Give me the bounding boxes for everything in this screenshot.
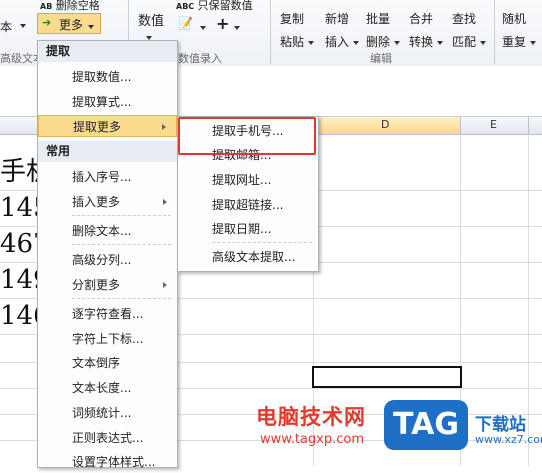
value-button[interactable]: 数值 [138,10,164,29]
menu-item-text-reverse[interactable]: 文本倒序 [38,352,177,374]
menu-item-extract-hyperlink[interactable]: 提取超链接... [178,194,318,216]
ribbon-divider [270,0,271,64]
menu-item-extract-date[interactable]: 提取日期... [178,218,318,240]
menu-item-insert-more[interactable]: 插入更多 [38,191,177,213]
submenu-arrow-icon [163,199,167,205]
menu-item-extract-formula[interactable]: 提取算式... [38,91,177,113]
menu-item-advanced-extract[interactable]: 高级文本提取... [178,246,318,268]
selected-cell[interactable] [312,366,462,388]
copy-label: 复制 [280,12,305,26]
random-repeat-button[interactable]: 随机 重复 [502,10,542,50]
watermark-site-url: www.tagxp.com [260,432,364,447]
add-label: 新增 [325,12,350,26]
edit-group-label: 编辑 [370,52,392,65]
plus-icon[interactable]: + [216,14,229,33]
more-button-label: 更多 [59,18,84,32]
menu-item-regex[interactable]: 正则表达式... [38,427,177,449]
plus-caret-icon [234,20,240,34]
delete-spaces-label: 删除空格 [55,0,100,12]
menu-item-text-length[interactable]: 文本长度... [38,377,177,399]
keep-values-button[interactable]: ABC 只保留数值 [176,0,253,13]
menu-separator [72,298,171,299]
menu-item-set-font-style[interactable]: 设置字体样式... [38,451,177,473]
value-entry-group-label: 数值录入 [178,52,222,65]
chevron-down-icon [88,19,94,33]
ribbon-text-label: 本 [0,20,13,34]
batch-delete-button[interactable]: 批量 删除 [366,10,402,50]
keep-values-label: 只保留数值 [197,0,253,12]
menu-item-extract-url[interactable]: 提取网址... [178,169,318,191]
column-divider [460,117,461,134]
watermark-download-site: 下载站 [475,415,526,435]
random-label: 随机 [502,12,527,26]
copy-paste-button[interactable]: 复制 粘贴 [280,10,316,50]
arrow-right-icon: ➔ [42,16,52,29]
menu-item-extract-value[interactable]: 提取数值... [38,66,177,88]
menu-separator [72,215,171,216]
find-match-button[interactable]: 查找 匹配 [452,10,488,50]
ribbon-divider [494,0,495,64]
abc-icon: ABC [176,2,195,11]
paste-label: 粘贴 [280,35,305,49]
ab-icon: AB [40,2,53,11]
batch-label: 批量 [366,12,391,26]
column-divider [528,117,529,134]
add-insert-button[interactable]: 新增 插入 [325,10,361,50]
red-highlight-box [178,117,316,155]
watermark-download-url: www.xz7.com [475,433,542,446]
watermark-site-name: 电脑技术网 [256,405,366,429]
menu-separator [72,244,171,245]
menu-item-insert-serial[interactable]: 插入序号... [38,166,177,188]
convert-label: 转换 [409,35,434,49]
more-dropdown-menu: 提取 提取数值... 提取算式... 提取更多 常用 插入序号... 插入更多 … [37,40,178,469]
menu-item-split-more[interactable]: 分割更多 [38,274,177,296]
column-header-e[interactable]: E [490,118,497,131]
menu-item-extract-more[interactable]: 提取更多 [38,115,177,137]
menu-item-char-viewer[interactable]: 逐字符查看... [38,303,177,325]
repeat-label: 重复 [502,35,527,49]
column-header-d[interactable]: D [381,118,389,131]
find-label: 查找 [452,12,477,26]
section-common-header: 常用 [38,141,177,162]
submenu-arrow-icon [163,282,167,288]
menu-item-char-superscript[interactable]: 字符上下标... [38,328,177,350]
more-button[interactable]: ➔ 更多 [37,13,101,34]
section-extract-header: 提取 [38,41,177,62]
caret-icon [20,18,26,32]
delete-spaces-button[interactable]: AB 删除空格 [40,0,100,13]
insert-label: 插入 [325,35,350,49]
menu-item-advanced-split[interactable]: 高级分列... [38,249,177,271]
submenu-arrow-icon [162,124,166,130]
edit-caret-icon [200,20,206,34]
tag-logo: TAG [384,400,468,450]
edit-icon[interactable]: 📝 [178,16,193,30]
menu-separator [212,242,312,243]
delete-label: 删除 [366,35,391,49]
merge-label: 合并 [409,12,434,26]
match-label: 匹配 [452,35,477,49]
grid-line [528,134,529,466]
menu-item-delete-text[interactable]: 删除文本... [38,220,177,242]
menu-item-word-frequency[interactable]: 词频统计... [38,402,177,424]
merge-convert-button[interactable]: 合并 转换 [409,10,445,50]
